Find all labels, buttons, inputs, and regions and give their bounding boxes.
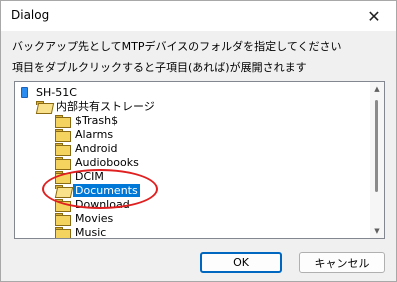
tree-item-label: Android: [75, 142, 118, 155]
tree-item-folder[interactable]: Download: [55, 198, 132, 212]
tree-item-label: Movies: [75, 212, 114, 225]
tree-item-folder[interactable]: Movies: [55, 212, 115, 226]
dialog-window: Dialog ✕ バックアップ先としてMTPデバイスのフォルダを指定してください…: [0, 0, 397, 282]
folder-icon: [55, 213, 71, 226]
tree-item-label: $Trash$: [75, 114, 119, 127]
close-icon: ✕: [367, 6, 381, 26]
tree-item-folder[interactable]: Audiobooks: [55, 156, 141, 170]
close-button[interactable]: ✕: [352, 1, 396, 31]
scroll-up-arrow-icon[interactable]: ▲: [370, 82, 384, 96]
folder-icon: [55, 129, 71, 142]
tree-item-label: Audiobooks: [75, 156, 139, 169]
folder-icon: [55, 199, 71, 212]
ok-button[interactable]: OK: [200, 252, 282, 273]
tree-item-label: SH-51C: [36, 86, 77, 99]
scroll-down-arrow-icon[interactable]: ▼: [370, 224, 384, 238]
folder-icon: [55, 171, 71, 184]
tree-item-label: Documents: [73, 184, 140, 197]
tree-item-label: 内部共有ストレージ: [56, 100, 155, 113]
folder-icon: [55, 227, 71, 238]
tree-item-folder[interactable]: Android: [55, 142, 120, 156]
tree-item-folder[interactable]: $Trash$: [55, 114, 120, 128]
folder-icon: [55, 143, 71, 156]
tree-item-folder[interactable]: Alarms: [55, 128, 115, 142]
tree-item-folder[interactable]: DCIM: [55, 170, 106, 184]
folder-open-icon: [36, 101, 51, 112]
tree-item-label: Alarms: [75, 128, 114, 141]
cancel-button[interactable]: キャンセル: [299, 252, 385, 273]
title-bar: Dialog ✕: [1, 1, 396, 31]
tree-item-storage[interactable]: 内部共有ストレージ: [36, 100, 157, 113]
folder-open-icon: [55, 185, 70, 196]
phone-icon: [21, 87, 28, 98]
tree-item-label: DCIM: [75, 170, 104, 183]
folder-icon: [55, 157, 71, 170]
folder-tree[interactable]: SH-51C 内部共有ストレージ $Trash$ Alarms Android …: [14, 81, 385, 239]
vertical-scrollbar[interactable]: ▲ ▼: [370, 82, 384, 238]
scroll-thumb[interactable]: [375, 100, 378, 192]
tree-item-label: Download: [75, 198, 130, 211]
tree-item-folder-selected[interactable]: Documents: [55, 184, 140, 197]
tree-item-folder[interactable]: Music: [55, 226, 108, 239]
window-title: Dialog: [11, 8, 50, 22]
instruction-text-1: バックアップ先としてMTPデバイスのフォルダを指定してください: [12, 40, 342, 53]
folder-icon: [55, 115, 71, 128]
tree-item-device[interactable]: SH-51C: [20, 86, 79, 99]
tree-item-label: Music: [75, 226, 107, 239]
instruction-text-2: 項目をダブルクリックすると子項目(あれば)が展開されます: [12, 61, 307, 74]
